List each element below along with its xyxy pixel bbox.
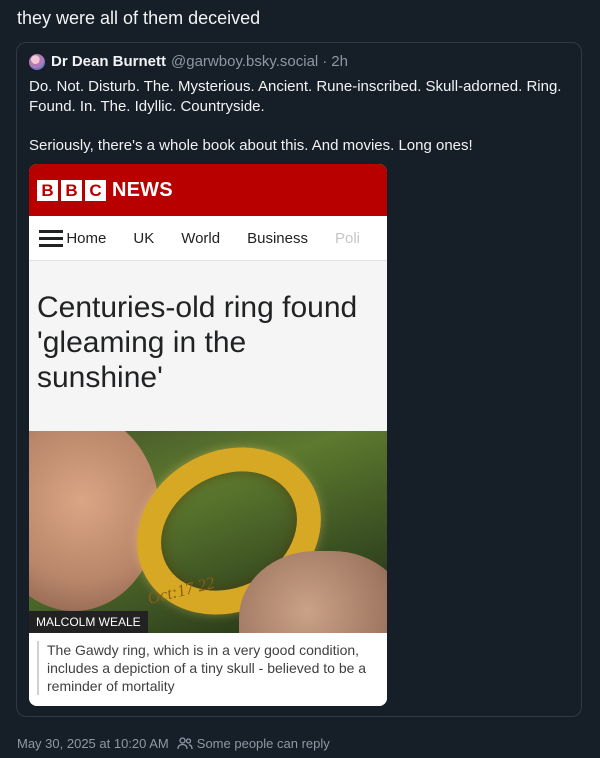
separator-dot: · xyxy=(322,53,328,70)
quoted-post-body: Do. Not. Disturb. The. Mysterious. Ancie… xyxy=(29,77,569,156)
quoted-post-paragraph: Seriously, there's a whole book about th… xyxy=(29,137,473,154)
bbc-nav-bar: Home UK World Business Poli xyxy=(29,216,387,261)
author-handle[interactable]: @garwboy.bsky.social xyxy=(171,53,318,70)
bbc-news-wordmark: NEWS xyxy=(112,178,173,201)
bbc-logo-block: B xyxy=(37,179,58,201)
bbc-news-screenshot-embed[interactable]: B B C NEWS Home UK World Business Poli C… xyxy=(29,164,387,706)
article-headline: Centuries-old ring found 'gleaming in th… xyxy=(29,261,387,431)
author-name[interactable]: Dr Dean Burnett xyxy=(51,53,166,70)
nav-item-home: Home xyxy=(66,229,107,247)
post-footer: May 30, 2025 at 10:20 AM Some people can… xyxy=(17,736,330,751)
quoted-post-card[interactable]: Dr Dean Burnett @garwboy.bsky.social · 2… xyxy=(16,42,582,717)
reply-setting[interactable]: Some people can reply xyxy=(197,736,330,751)
photo-caption-text: The Gawdy ring, which is in a very good … xyxy=(37,641,379,695)
bbc-logo-block: C xyxy=(85,179,106,201)
author-avatar[interactable] xyxy=(29,53,45,70)
nav-item-politics: Poli xyxy=(334,229,360,247)
nav-item-uk: UK xyxy=(133,229,155,247)
post-date[interactable]: May 30, 2025 at 10:20 AM xyxy=(17,736,169,751)
photo-caption: The Gawdy ring, which is in a very good … xyxy=(29,633,387,706)
quoted-post-header: Dr Dean Burnett @garwboy.bsky.social · 2… xyxy=(29,53,348,70)
bbc-logo-block: B xyxy=(61,179,82,201)
people-icon xyxy=(177,737,193,750)
post-text: they were all of them deceived xyxy=(17,8,261,28)
bbc-header: B B C NEWS xyxy=(29,164,387,216)
nav-item-business: Business xyxy=(247,229,308,247)
hamburger-menu-icon xyxy=(39,230,63,247)
ring-photo: Oct:17 22 MALCOLM WEALE xyxy=(29,431,387,633)
quoted-post-paragraph: Do. Not. Disturb. The. Mysterious. Ancie… xyxy=(29,78,562,115)
post-time: 2h xyxy=(331,53,348,70)
nav-item-world: World xyxy=(181,229,221,247)
photo-credit: MALCOLM WEALE xyxy=(29,611,148,633)
